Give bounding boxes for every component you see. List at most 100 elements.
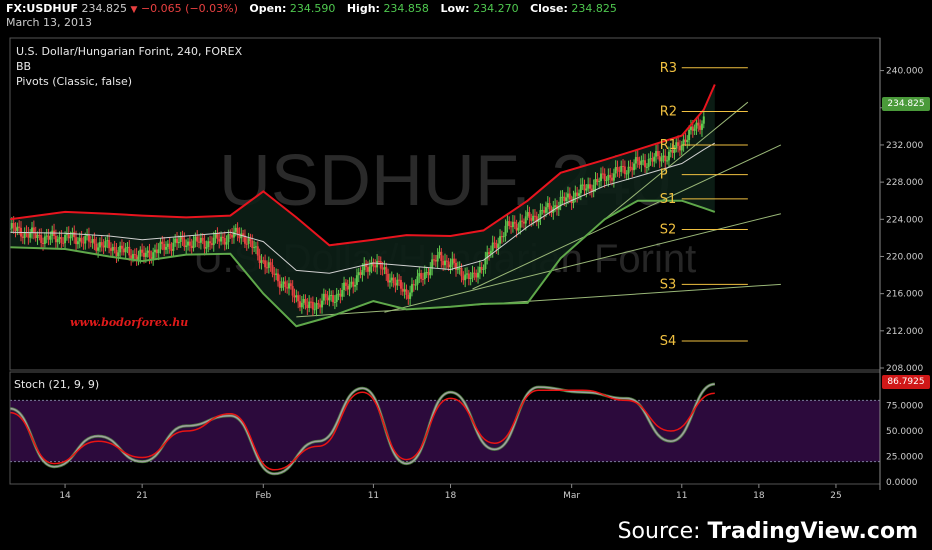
candle-body bbox=[159, 241, 162, 250]
candle-body bbox=[152, 252, 155, 260]
candle-body bbox=[93, 239, 96, 244]
candle-body bbox=[521, 220, 524, 222]
candle-body bbox=[510, 226, 513, 228]
candle-body bbox=[596, 179, 599, 182]
candle-body bbox=[289, 283, 292, 287]
candle-body bbox=[425, 272, 428, 274]
candle-body bbox=[410, 284, 413, 293]
candle-body bbox=[210, 243, 213, 246]
candle-body bbox=[209, 241, 212, 244]
candle-body bbox=[508, 221, 511, 227]
candle-body bbox=[366, 267, 369, 272]
candle-body bbox=[442, 261, 445, 266]
candle-body bbox=[120, 245, 123, 249]
candle-body bbox=[341, 289, 344, 297]
candle-body bbox=[383, 267, 386, 270]
candle-body bbox=[109, 248, 112, 251]
candle-body bbox=[225, 242, 228, 245]
candle-body bbox=[58, 237, 61, 240]
candle-body bbox=[653, 156, 656, 162]
candle-body bbox=[106, 240, 109, 242]
candle-body bbox=[625, 173, 628, 175]
chart-title[interactable]: U.S. Dollar/Hungarian Forint, 240, FOREX bbox=[16, 44, 242, 59]
candle-body bbox=[265, 267, 268, 269]
candle-body bbox=[278, 281, 281, 288]
candle-body bbox=[76, 241, 79, 245]
candle-body bbox=[638, 161, 641, 165]
close-value: 234.825 bbox=[571, 2, 617, 15]
candle-body bbox=[603, 173, 606, 181]
candle-body bbox=[363, 263, 366, 271]
candle-body bbox=[475, 273, 478, 278]
legend-pivots[interactable]: Pivots (Classic, false) bbox=[16, 74, 242, 89]
candle-body bbox=[577, 193, 580, 196]
x-tick-label: 18 bbox=[445, 491, 457, 501]
candle-body bbox=[302, 299, 305, 303]
candle-body bbox=[321, 300, 324, 308]
stoch-value-tag: 86.7925 bbox=[882, 375, 930, 389]
candle-body bbox=[54, 235, 57, 243]
candle-body bbox=[579, 184, 582, 194]
candle-body bbox=[148, 250, 151, 258]
candle-body bbox=[262, 260, 265, 262]
candle-body bbox=[47, 235, 50, 240]
candle-body bbox=[390, 277, 393, 281]
candle-body bbox=[376, 260, 379, 268]
symbol-label[interactable]: FX:USDHUF bbox=[6, 2, 78, 15]
candle-body bbox=[398, 279, 401, 281]
candle-body bbox=[495, 243, 498, 249]
candle-body bbox=[310, 301, 313, 303]
candle-body bbox=[517, 227, 520, 231]
x-tick-label: 11 bbox=[368, 491, 379, 501]
candle-body bbox=[401, 288, 404, 292]
candle-body bbox=[100, 242, 103, 246]
stoch-title[interactable]: Stoch (21, 9, 9) bbox=[14, 378, 99, 391]
source-brand: TradingView.com bbox=[707, 519, 918, 544]
down-arrow-icon: ▼ bbox=[130, 5, 138, 15]
candle-body bbox=[254, 246, 257, 248]
candle-body bbox=[359, 272, 362, 275]
candle-body bbox=[304, 299, 307, 305]
candle-body bbox=[420, 273, 423, 279]
candle-body bbox=[108, 240, 111, 249]
candle-body bbox=[31, 227, 34, 233]
candle-body bbox=[409, 292, 412, 299]
stoch-tick-label: 50.0000 bbox=[886, 427, 923, 437]
y-tick-label: 224.000 bbox=[886, 215, 923, 225]
candle-body bbox=[434, 259, 437, 262]
legend-bb[interactable]: BB bbox=[16, 59, 242, 74]
candle-body bbox=[385, 267, 388, 274]
y-tick-label: 240.000 bbox=[886, 67, 923, 77]
candle-body bbox=[418, 273, 421, 277]
candle-body bbox=[260, 260, 263, 263]
candle-body bbox=[203, 240, 206, 249]
x-tick-label: 14 bbox=[59, 491, 71, 501]
candle-body bbox=[473, 272, 476, 274]
candle-body bbox=[205, 247, 208, 249]
candle-body bbox=[124, 247, 127, 253]
candle-body bbox=[350, 281, 353, 285]
candle-body bbox=[640, 160, 643, 165]
candle-body bbox=[45, 235, 48, 237]
candle-body bbox=[522, 221, 525, 224]
candle-body bbox=[695, 122, 698, 129]
candle-body bbox=[161, 241, 164, 244]
y-tick-label: 212.000 bbox=[886, 327, 923, 337]
stoch-tick-label: 25.0000 bbox=[886, 453, 923, 463]
candle-body bbox=[21, 236, 24, 238]
candle-body bbox=[664, 155, 667, 162]
candle-body bbox=[440, 251, 443, 262]
candle-body bbox=[667, 151, 670, 161]
candle-body bbox=[23, 232, 26, 238]
candle-body bbox=[75, 237, 78, 245]
candle-body bbox=[416, 276, 419, 285]
candle-body bbox=[113, 246, 116, 250]
candle-body bbox=[526, 212, 529, 217]
pivot-label: P bbox=[660, 168, 668, 183]
candle-body bbox=[223, 238, 226, 245]
candle-body bbox=[69, 236, 72, 239]
candle-body bbox=[170, 249, 173, 251]
candle-body bbox=[379, 261, 382, 269]
candle-body bbox=[631, 167, 634, 171]
candle-body bbox=[12, 223, 15, 228]
